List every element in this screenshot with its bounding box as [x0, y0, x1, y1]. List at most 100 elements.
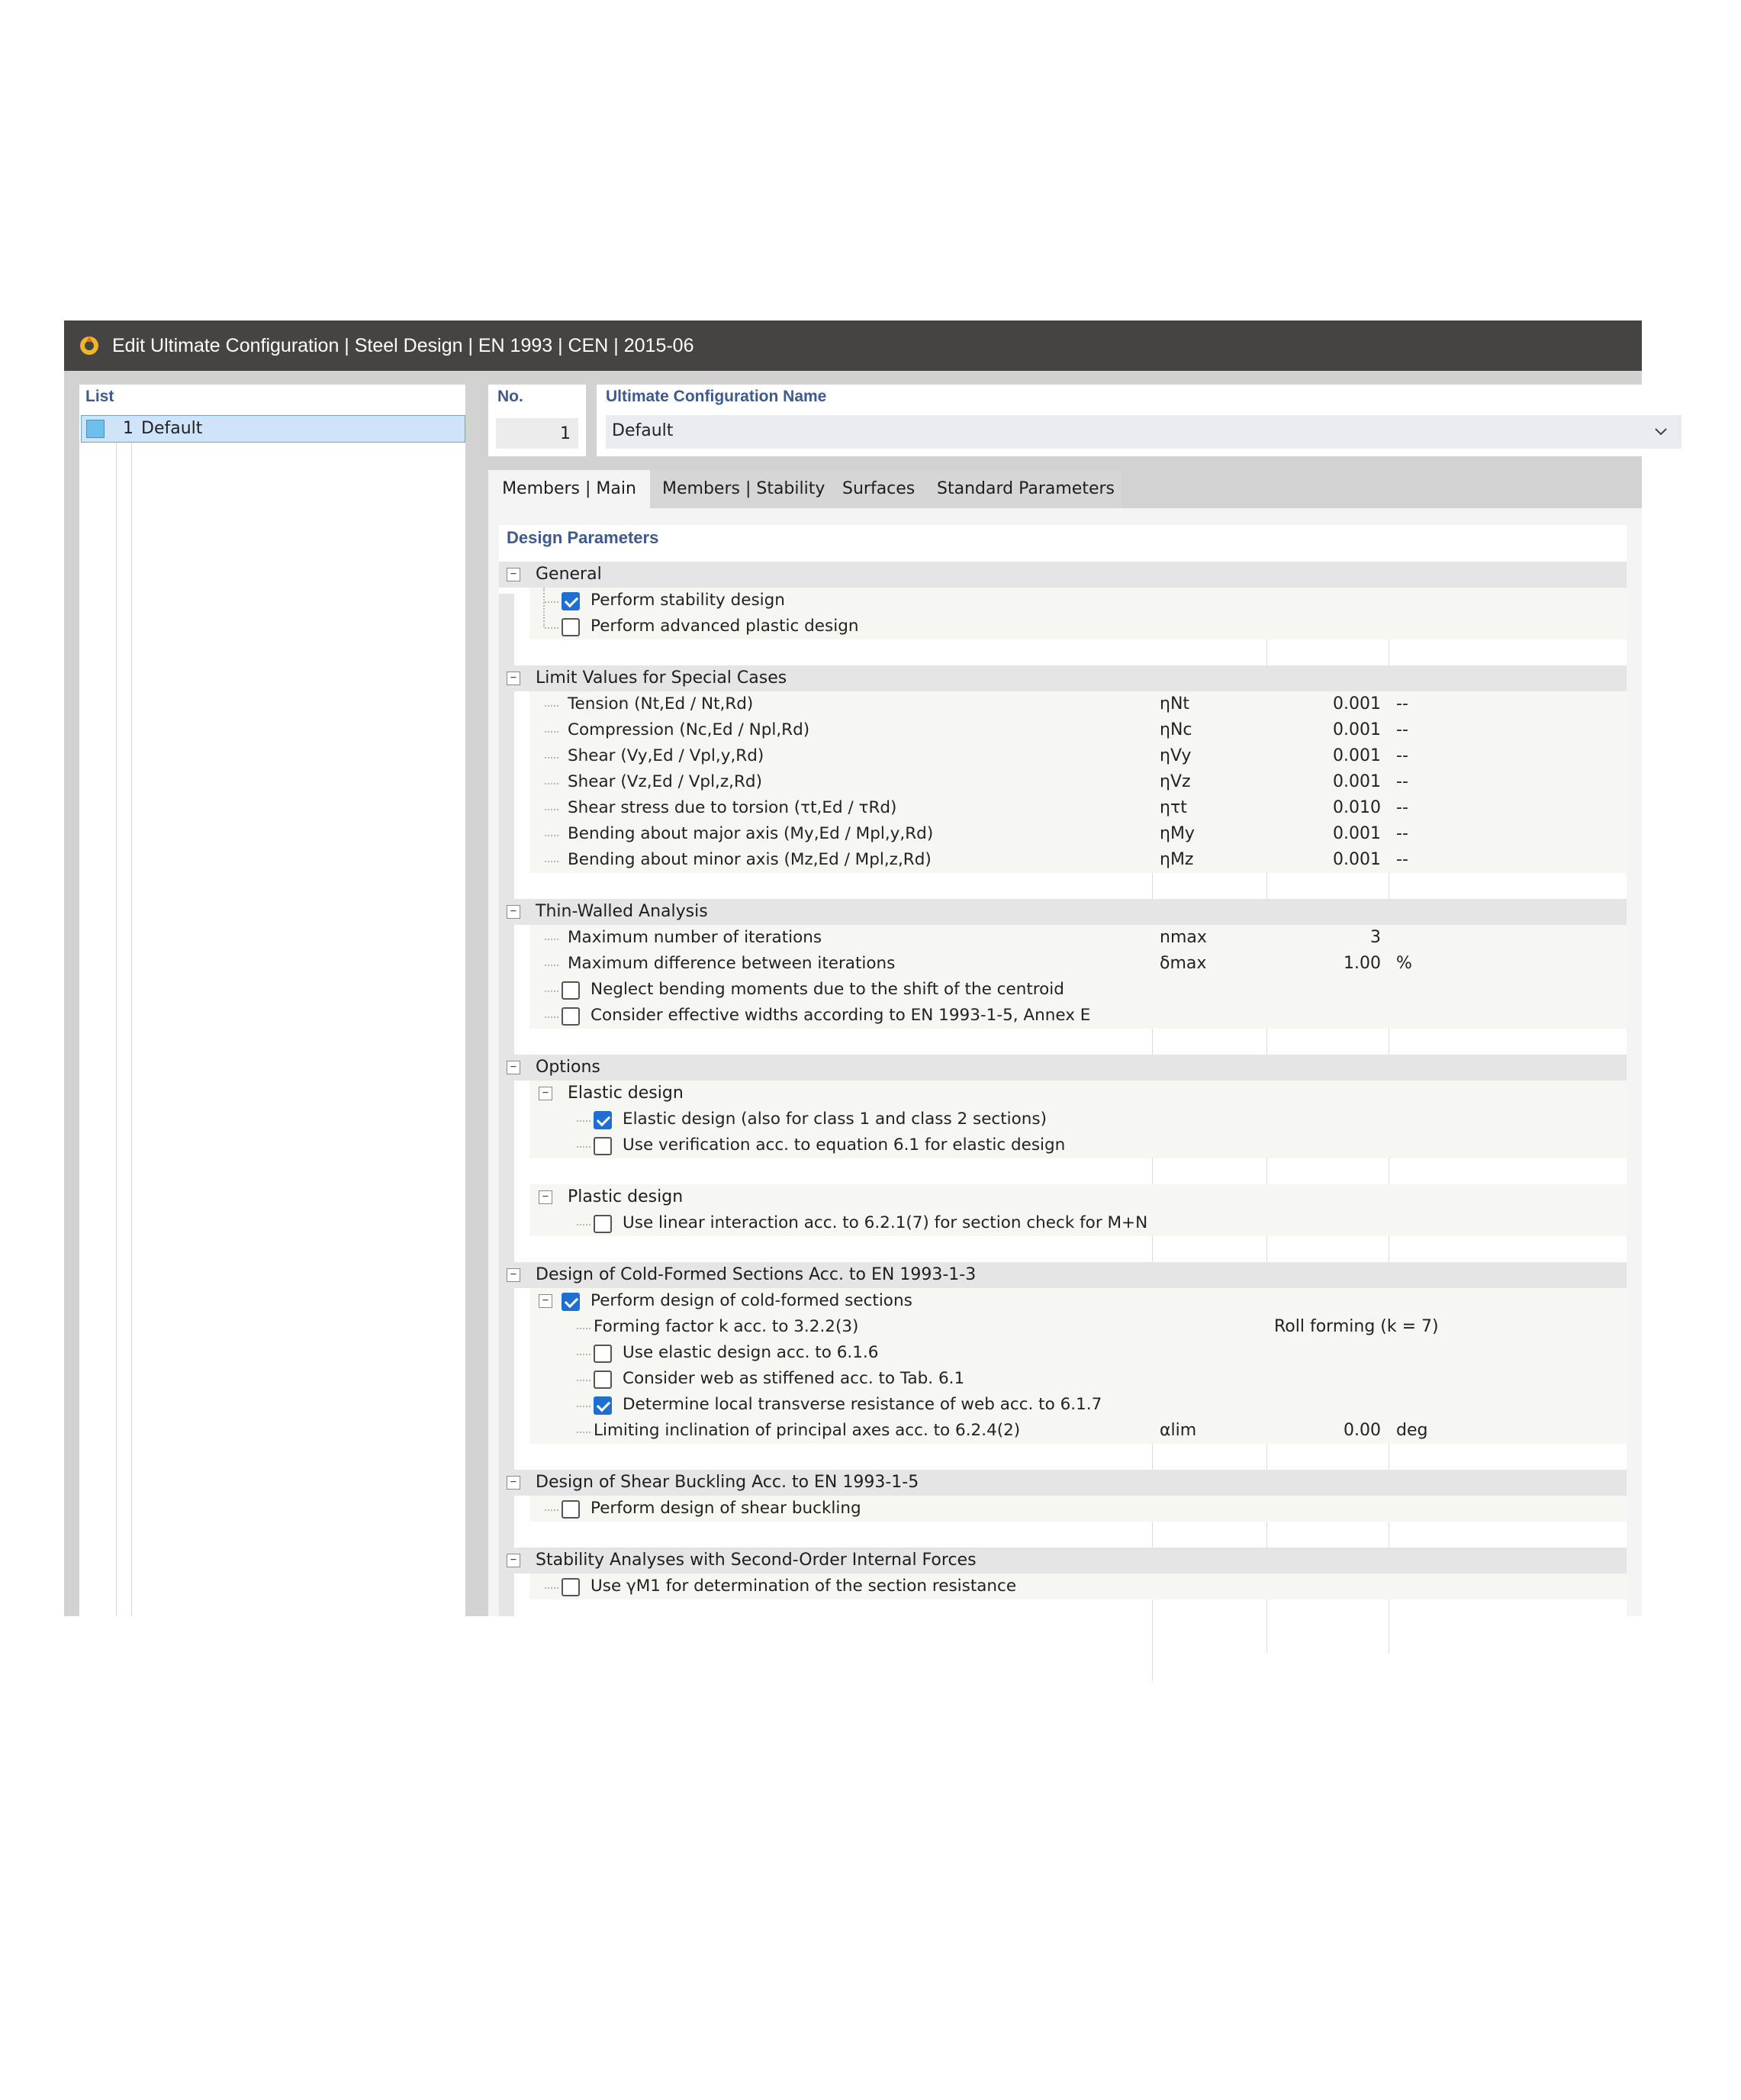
- tree-line: [545, 757, 558, 759]
- tree-line: [545, 965, 558, 966]
- list-guide-line: [116, 443, 117, 1616]
- eq-6-1-checkbox[interactable]: [594, 1137, 612, 1155]
- limit-value[interactable]: 0.001: [1274, 769, 1381, 795]
- design-parameters-title: Design Parameters: [507, 528, 659, 547]
- gamma-m1-checkbox[interactable]: [562, 1578, 580, 1596]
- tree-line: [545, 1509, 558, 1511]
- stiffened-web-label: Consider web as stiffened acc. to Tab. 6…: [623, 1369, 965, 1388]
- max-difference-value[interactable]: 1.00: [1274, 951, 1381, 977]
- tree-line: [545, 627, 558, 629]
- stability-design-checkbox[interactable]: [562, 592, 580, 610]
- effective-widths-label: Consider effective widths according to E…: [591, 1006, 1091, 1025]
- tree-line: [577, 1146, 591, 1148]
- config-name-group: Ultimate Configuration Name Default: [597, 385, 1692, 456]
- collapse-icon[interactable]: −: [507, 905, 520, 919]
- limit-unit: --: [1396, 746, 1408, 765]
- elastic-616-label: Use elastic design acc. to 6.1.6: [623, 1343, 879, 1362]
- collapse-icon[interactable]: −: [539, 1294, 552, 1308]
- collapse-icon[interactable]: −: [507, 1554, 520, 1567]
- tree-line: [545, 939, 558, 940]
- neglect-bending-label: Neglect bending moments due to the shift…: [591, 980, 1064, 999]
- group-general-title: General: [536, 565, 602, 584]
- tree-line: [577, 1406, 591, 1407]
- neglect-bending-checkbox[interactable]: [562, 981, 580, 1000]
- list-header: List: [85, 388, 114, 405]
- shear-buckling-label: Perform design of shear buckling: [591, 1499, 861, 1518]
- number-label: No.: [497, 388, 523, 405]
- max-difference-label: Maximum difference between iterations: [568, 954, 896, 973]
- collapse-icon[interactable]: −: [507, 568, 520, 581]
- tree-line: [545, 809, 558, 810]
- effective-widths-checkbox[interactable]: [562, 1007, 580, 1026]
- limit-unit: --: [1396, 720, 1408, 739]
- subgroup-row: [529, 1184, 1627, 1210]
- limit-label: Shear stress due to torsion (τt,Ed / τRd…: [568, 798, 897, 817]
- max-difference-unit: %: [1396, 954, 1412, 973]
- limiting-inclination-unit: deg: [1396, 1421, 1428, 1440]
- tab-standard-parameters[interactable]: Standard Parameters: [925, 470, 1122, 508]
- subgroup-row: [529, 1081, 1627, 1106]
- limit-symbol: ηNc: [1160, 720, 1192, 739]
- advanced-plastic-checkbox[interactable]: [562, 618, 580, 636]
- config-name-label: Ultimate Configuration Name: [606, 388, 827, 405]
- linear-interaction-checkbox[interactable]: [594, 1215, 612, 1233]
- collapse-icon[interactable]: −: [507, 1476, 520, 1490]
- limit-value[interactable]: 0.001: [1274, 717, 1381, 743]
- limiting-inclination-label: Limiting inclination of principal axes a…: [594, 1421, 1021, 1440]
- elastic-616-checkbox[interactable]: [594, 1345, 612, 1363]
- collapse-icon[interactable]: −: [507, 1061, 520, 1074]
- limit-value[interactable]: 0.001: [1274, 821, 1381, 847]
- tree-line: [543, 588, 545, 627]
- list-panel: List 1 Default: [79, 385, 465, 1616]
- elastic-design-title: Elastic design: [568, 1084, 684, 1103]
- limit-value[interactable]: 0.010: [1274, 795, 1381, 821]
- tab-surfaces[interactable]: Surfaces: [830, 470, 925, 508]
- limit-unit: --: [1396, 850, 1408, 869]
- collapse-icon[interactable]: −: [507, 1268, 520, 1282]
- number-field: 1: [496, 418, 578, 449]
- forming-factor-label: Forming factor k acc. to 3.2.2(3): [594, 1317, 859, 1336]
- collapse-icon[interactable]: −: [507, 672, 520, 685]
- elastic-design-checkbox[interactable]: [594, 1111, 612, 1129]
- limit-value[interactable]: 0.001: [1274, 847, 1381, 873]
- shear-buckling-checkbox[interactable]: [562, 1500, 580, 1519]
- max-iterations-value[interactable]: 3: [1274, 925, 1381, 951]
- design-parameters-tree: Design Parameters − General Perform stab…: [499, 525, 1627, 1680]
- tree-gutter: [499, 594, 514, 1616]
- collapse-icon[interactable]: −: [539, 1190, 552, 1204]
- forming-factor-value[interactable]: Roll forming (k = 7): [1274, 1314, 1439, 1340]
- config-name-value: Default: [612, 421, 674, 440]
- elastic-design-label: Elastic design (also for class 1 and cla…: [623, 1110, 1047, 1129]
- tree-line: [577, 1354, 591, 1355]
- group-second-order-title: Stability Analyses with Second-Order Int…: [536, 1551, 977, 1570]
- cold-formed-checkbox[interactable]: [562, 1293, 580, 1311]
- limit-symbol: ηNt: [1160, 694, 1190, 713]
- list-item[interactable]: 1 Default: [81, 415, 465, 443]
- title-bar[interactable]: Edit Ultimate Configuration | Steel Desi…: [64, 320, 1642, 371]
- color-swatch-icon: [86, 420, 105, 438]
- config-name-combobox[interactable]: Default: [606, 415, 1681, 449]
- limit-value[interactable]: 0.001: [1274, 691, 1381, 717]
- group-options: [499, 1055, 1627, 1081]
- limit-label: Tension (Nt,Ed / Nt,Rd): [568, 694, 754, 713]
- limiting-inclination-value[interactable]: 0.00: [1274, 1418, 1381, 1444]
- advanced-plastic-label: Perform advanced plastic design: [591, 617, 859, 636]
- chevron-down-icon[interactable]: [1653, 423, 1669, 440]
- limit-symbol: ηVz: [1160, 772, 1191, 791]
- linear-interaction-label: Use linear interaction acc. to 6.2.1(7) …: [623, 1213, 1148, 1232]
- limit-symbol: ηVy: [1160, 746, 1192, 765]
- tab-members-stability[interactable]: Members | Stability: [650, 470, 830, 508]
- collapse-icon[interactable]: −: [539, 1087, 552, 1100]
- limit-label: Compression (Nc,Ed / Npl,Rd): [568, 720, 810, 739]
- tree-line: [577, 1432, 591, 1433]
- limit-unit: --: [1396, 694, 1408, 713]
- tree-line: [545, 705, 558, 707]
- eq-6-1-label: Use verification acc. to equation 6.1 fo…: [623, 1135, 1066, 1155]
- stability-design-label: Perform stability design: [591, 591, 785, 610]
- tree-line: [545, 731, 558, 733]
- tree-line: [577, 1120, 591, 1122]
- limit-value[interactable]: 0.001: [1274, 743, 1381, 769]
- stiffened-web-checkbox[interactable]: [594, 1370, 612, 1389]
- local-transverse-checkbox[interactable]: [594, 1396, 612, 1415]
- tab-members-main[interactable]: Members | Main: [488, 470, 650, 508]
